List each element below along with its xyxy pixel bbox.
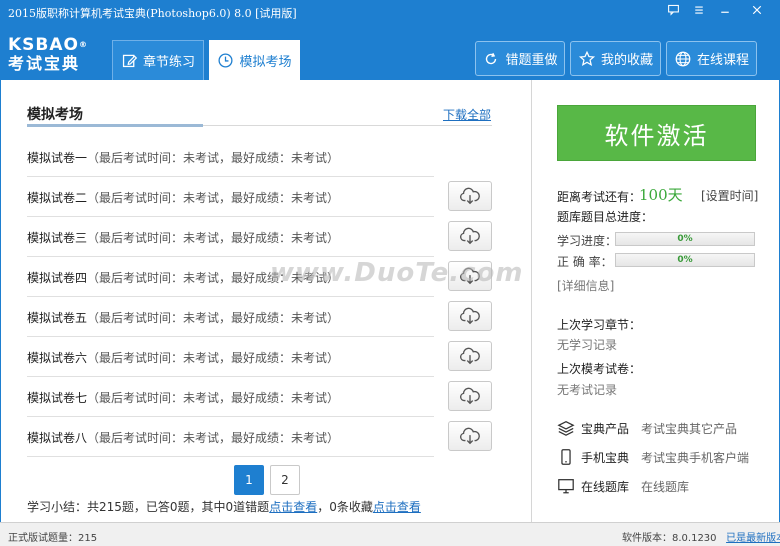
countdown-value: 100天 [639,186,683,204]
exam-row[interactable]: 模拟试卷二（最后考试时间：未考试，最好成绩：未考试） [27,177,434,217]
exam-info: （最后考试时间：未考试，最好成绩：未考试） [87,391,340,405]
close-icon[interactable] [748,3,766,21]
download-button[interactable] [448,301,492,331]
exam-name: 模拟试卷一 [27,151,88,165]
online-courses-button[interactable]: 在线课程 [666,41,757,76]
cloud-download-icon [460,427,480,445]
exam-info: （最后考试时间：未考试，最好成绩：未考试） [87,311,340,325]
exam-name: 模拟试卷八 [27,431,88,445]
mobile-link-row[interactable]: 手机宝典 考试宝典手机客户端 [557,447,749,467]
menu-icon[interactable] [690,3,708,21]
app-header: KSBAO® 考试宝典 章节练习 模拟考场 错题重做 我的收藏 在线课程 [0,24,780,80]
view-mistakes-link[interactable]: 点击查看 [269,500,317,514]
exam-row[interactable]: 模拟试卷七（最后考试时间：未考试，最好成绩：未考试） [27,377,434,417]
exam-row[interactable]: 模拟试卷六（最后考试时间：未考试，最好成绩：未考试） [27,337,434,377]
page-button-2[interactable]: 2 [270,465,300,495]
progress-title: 题库题目总进度： [557,210,654,224]
redo-mistakes-button[interactable]: 错题重做 [475,41,565,76]
feedback-icon[interactable] [664,3,682,21]
ksbao-logo: KSBAO® 考试宝典 [8,35,88,73]
countdown-label: 距离考试还有： [557,190,642,204]
accuracy-label: 正 确 率： [557,255,613,269]
cloud-download-icon [460,187,480,205]
exam-info: （最后考试时间：未考试，最好成绩：未考试） [87,191,340,205]
page-button-1[interactable]: 1 [234,465,264,495]
exam-info: （最后考试时间：未考试，最好成绩：未考试） [87,431,340,445]
my-favorites-button[interactable]: 我的收藏 [570,41,661,76]
exam-name: 模拟试卷四 [27,271,88,285]
exam-info: （最后考试时间：未考试，最好成绩：未考试） [87,351,340,365]
edit-icon [122,54,138,68]
exam-row[interactable]: 模拟试卷五（最后考试时间：未考试，最好成绩：未考试） [27,297,434,337]
star-icon [578,50,596,66]
version-info: 软件版本：8.0.1230 已是最新版本 [622,529,780,544]
status-bar: 正式版试题量：215 软件版本：8.0.1230 已是最新版本 [0,522,780,546]
detail-info-link[interactable]: [详细信息] [557,277,614,294]
download-button[interactable] [448,421,492,451]
exam-name: 模拟试卷七 [27,391,88,405]
exam-row[interactable]: 模拟试卷一（最后考试时间：未考试，最好成绩：未考试） [27,137,434,177]
exam-name: 模拟试卷五 [27,311,88,325]
cloud-download-icon [460,227,480,245]
clock-icon [218,53,233,68]
download-all-link[interactable]: 下载全部 [443,106,491,123]
download-button[interactable] [448,181,492,211]
tab-chapter-practice[interactable]: 章节练习 [112,40,204,80]
title-bar: 2015版职称计算机考试宝典(Photoshop6.0) 8.0 [试用版] [0,0,780,24]
section-divider-accent [27,124,203,127]
study-progress-bar: 0% [615,232,755,246]
tab-mock-exam[interactable]: 模拟考场 [209,40,300,80]
view-favorites-link[interactable]: 点击查看 [373,500,421,514]
refresh-icon [486,52,497,64]
exam-name: 模拟试卷二 [27,191,88,205]
exam-name: 模拟试卷三 [27,231,88,245]
last-exam-value: 无考试记录 [557,383,618,397]
download-button[interactable] [448,341,492,371]
main-area: 模拟考场 下载全部 模拟试卷一（最后考试时间：未考试，最好成绩：未考试） 模拟试卷… [0,80,780,522]
download-button[interactable] [448,381,492,411]
last-chapter-label: 上次学习章节： [557,318,642,332]
globe-icon [675,51,691,66]
download-button[interactable] [448,221,492,251]
watermark: www.DuoTe.com [270,258,524,288]
study-summary: 学习小结：共215题，已答0题，其中0道错题点击查看，0条收藏点击查看 [27,500,421,514]
cloud-download-icon [460,387,480,405]
exam-info: （最后考试时间：未考试，最好成绩：未考试） [87,231,340,245]
window-title: 2015版职称计算机考试宝典(Photoshop6.0) 8.0 [试用版] [8,7,297,20]
phone-icon [561,449,571,465]
exam-row[interactable]: 模拟试卷八（最后考试时间：未考试，最好成绩：未考试） [27,417,434,457]
monitor-icon [558,479,574,494]
exam-name: 模拟试卷六 [27,351,88,365]
latest-version-link[interactable]: 已是最新版本 [726,533,780,544]
layers-icon [557,420,575,436]
study-progress-label: 学习进度： [557,234,618,248]
cloud-download-icon [460,307,480,325]
minimize-icon[interactable] [716,3,734,21]
cloud-download-icon [460,347,480,365]
accuracy-bar: 0% [615,253,755,267]
section-title: 模拟考场 [27,107,83,123]
exam-row[interactable]: 模拟试卷三（最后考试时间：未考试，最好成绩：未考试） [27,217,434,257]
product-link-row[interactable]: 宝典产品 考试宝典其它产品 [557,418,737,438]
last-chapter-value: 无学习记录 [557,338,618,352]
set-time-link[interactable]: [设置时间] [701,187,758,204]
activate-software-button[interactable]: 软件激活 [557,105,756,161]
online-bank-link-row[interactable]: 在线题库 在线题库 [557,476,689,496]
last-exam-label: 上次模考试卷： [557,362,642,376]
question-count: 正式版试题量：215 [8,533,98,544]
mock-exam-panel: 模拟考场 下载全部 模拟试卷一（最后考试时间：未考试，最好成绩：未考试） 模拟试卷… [1,80,532,522]
exam-info: （最后考试时间：未考试，最好成绩：未考试） [87,151,340,165]
